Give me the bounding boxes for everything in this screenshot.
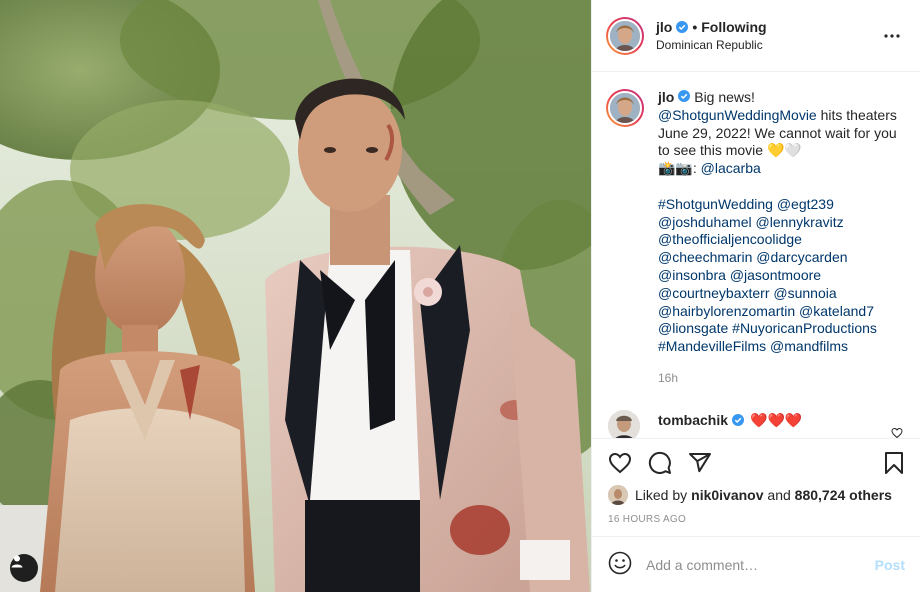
mention-link[interactable]: @ShotgunWeddingMovie xyxy=(658,107,817,123)
instagram-post: jlo • Following Dominican Republic jlo B… xyxy=(0,0,920,592)
follow-status-button[interactable]: Following xyxy=(701,18,766,36)
mention-link[interactable]: @mandfilms xyxy=(770,338,848,354)
camera-emoji: 📸📷: xyxy=(658,160,701,177)
post-timestamp[interactable]: 16 HOURS AGO xyxy=(608,514,905,525)
verified-badge-icon xyxy=(676,20,689,33)
avatar-image xyxy=(608,485,628,505)
post-location[interactable]: Dominican Republic xyxy=(656,36,880,54)
tagged-users-button[interactable] xyxy=(10,554,38,582)
comment-body: tombachik ❤️❤️❤️ xyxy=(658,410,802,430)
mention-link[interactable]: @cheechmarin xyxy=(658,249,752,265)
commenter-username[interactable]: tombachik xyxy=(658,410,728,430)
share-button[interactable] xyxy=(688,443,728,483)
more-options-button[interactable] xyxy=(880,24,904,48)
avatar-image xyxy=(608,409,640,438)
caption-line1: Big news! xyxy=(694,89,755,105)
photo-illustration xyxy=(0,0,591,592)
comment-button[interactable] xyxy=(648,443,688,483)
emoji-button[interactable] xyxy=(608,551,632,578)
more-dots-icon xyxy=(884,33,900,38)
mention-link[interactable]: @darcycarden xyxy=(756,249,847,265)
hashtag-link[interactable]: #MandevilleFilms xyxy=(658,338,766,354)
post-photo[interactable] xyxy=(0,0,591,592)
caption-row: jlo Big news! @ShotgunWeddingMovie hits … xyxy=(606,89,905,388)
post-comment-button[interactable]: Post xyxy=(875,557,905,573)
mention-link[interactable]: @insonbra xyxy=(658,267,726,283)
author-username[interactable]: jlo xyxy=(656,18,672,36)
liker-username[interactable]: nik0ivanov xyxy=(691,487,763,503)
smiley-icon xyxy=(608,551,632,575)
user-tag-icon xyxy=(11,555,23,568)
separator-dot: • xyxy=(692,18,698,35)
caption-tags: #ShotgunWedding @egt239 @joshduhamel @le… xyxy=(658,196,877,354)
likes-count[interactable]: 880,724 others xyxy=(795,487,892,503)
commenter-avatar[interactable] xyxy=(608,409,640,438)
post-actions: Liked by nik0ivanov and 880,724 others 1… xyxy=(592,438,920,525)
mention-link[interactable]: @kateland7 xyxy=(799,303,874,319)
mention-link[interactable]: @theofficialjencoolidge xyxy=(658,231,802,247)
comment-bubble-icon xyxy=(648,451,671,474)
action-icons xyxy=(608,439,905,487)
likes-prefix: Liked by xyxy=(635,487,688,503)
likes-summary: Liked by nik0ivanov and 880,724 others xyxy=(608,485,905,505)
hearts-emoji: 💛🤍 xyxy=(766,142,802,159)
avatar-image xyxy=(610,20,640,51)
likes-middle: and xyxy=(763,487,795,503)
mention-link[interactable]: @courtneybaxterr xyxy=(658,285,769,301)
avatar-image xyxy=(610,93,640,123)
hashtag-link[interactable]: #ShotgunWedding xyxy=(658,196,773,212)
mention-link[interactable]: @jasontmoore xyxy=(730,267,821,283)
comment-text: ❤️❤️❤️ xyxy=(750,411,803,428)
add-comment-bar: Post xyxy=(592,536,920,592)
comment-input[interactable] xyxy=(646,556,875,573)
credit-link[interactable]: @lacarba xyxy=(701,160,761,176)
mention-link[interactable]: @sunnoia xyxy=(773,285,836,301)
comments-section: jlo Big news! @ShotgunWeddingMovie hits … xyxy=(592,73,920,438)
mention-link[interactable]: @egt239 xyxy=(777,196,834,212)
mention-link[interactable]: @joshduhamel xyxy=(658,214,752,230)
post-header: jlo • Following Dominican Republic xyxy=(592,0,920,72)
comment-row: tombachik ❤️❤️❤️ xyxy=(606,409,905,438)
like-button[interactable] xyxy=(608,443,648,483)
verified-badge-icon xyxy=(678,90,691,102)
bookmark-icon xyxy=(885,452,903,474)
caption-time[interactable]: 16h xyxy=(658,370,898,388)
mention-link[interactable]: @lionsgate xyxy=(658,320,728,336)
caption-username[interactable]: jlo xyxy=(658,89,674,105)
avatar[interactable] xyxy=(606,16,644,55)
liker-avatar[interactable] xyxy=(608,485,628,505)
header-text: jlo • Following Dominican Republic xyxy=(656,18,880,54)
verified-badge-icon xyxy=(732,413,745,426)
heart-outline-icon xyxy=(608,452,632,474)
hashtag-link[interactable]: #NuyoricanProductions xyxy=(732,320,877,336)
mention-link[interactable]: @lennykravitz xyxy=(756,214,844,230)
caption-text: jlo Big news! @ShotgunWeddingMovie hits … xyxy=(658,89,898,388)
comment-like-button[interactable] xyxy=(891,426,903,438)
save-button[interactable] xyxy=(865,443,905,483)
heart-outline-icon xyxy=(891,427,903,438)
paper-plane-icon xyxy=(689,453,711,473)
post-panel: jlo • Following Dominican Republic jlo B… xyxy=(591,0,920,592)
mention-link[interactable]: @hairbylorenzomartin xyxy=(658,303,795,319)
caption-avatar[interactable] xyxy=(606,89,644,127)
